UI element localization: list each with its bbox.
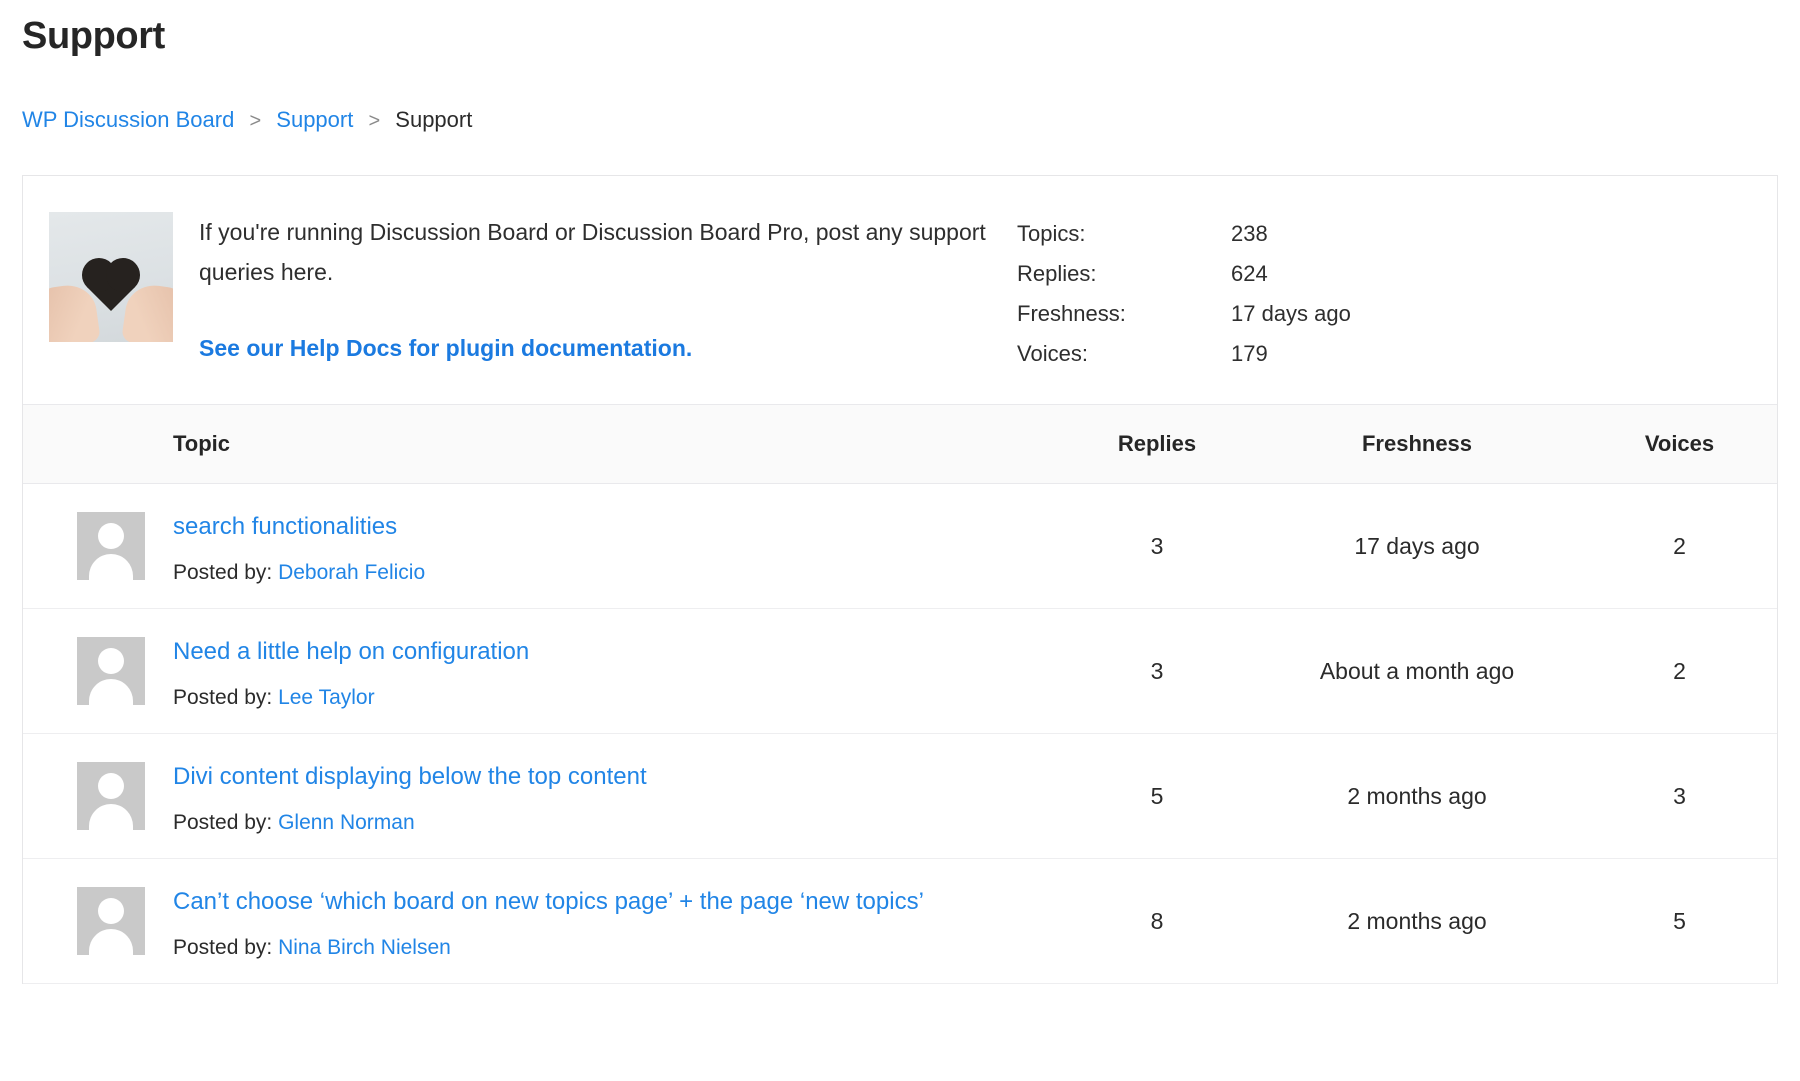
avatar-body-shape	[89, 679, 133, 705]
column-header-freshness[interactable]: Freshness	[1252, 405, 1582, 484]
stat-value-replies: 624	[1231, 254, 1417, 294]
table-row[interactable]: Divi content displaying below the top co…	[23, 734, 1777, 859]
forum-description-block: If you're running Discussion Board or Di…	[199, 208, 999, 364]
row-voices-count: 5	[1582, 859, 1777, 984]
column-header-voices[interactable]: Voices	[1582, 405, 1777, 484]
posted-by-label: Posted by:	[173, 811, 272, 834]
topic-table: Topic Replies Freshness Voices searc	[23, 404, 1777, 984]
page-title: Support	[22, 0, 1778, 60]
forum-stats-list: Topics: 238 Replies: 624 Freshness: 17 d…	[1017, 208, 1417, 374]
avatar-body-shape	[89, 804, 133, 830]
forum-header: If you're running Discussion Board or Di…	[23, 176, 1777, 404]
posted-by-label: Posted by:	[173, 686, 272, 709]
breadcrumb: WP Discussion Board > Support > Support	[22, 106, 1778, 135]
breadcrumb-item-current: Support	[395, 107, 472, 132]
row-avatar-cell	[23, 609, 173, 734]
posted-by: Posted by: Nina Birch Nielsen	[173, 935, 1032, 961]
posted-by-label: Posted by:	[173, 561, 272, 584]
row-voices-count: 2	[1582, 484, 1777, 609]
stat-value-voices: 179	[1231, 334, 1417, 374]
posted-by: Posted by: Glenn Norman	[173, 810, 1032, 836]
avatar	[77, 637, 145, 705]
avatar	[77, 762, 145, 830]
topic-title-link[interactable]: search functionalities	[173, 506, 1032, 547]
forum-card: If you're running Discussion Board or Di…	[22, 175, 1778, 984]
avatar	[77, 512, 145, 580]
posted-by: Posted by: Lee Taylor	[173, 685, 1032, 711]
avatar-body-shape	[89, 929, 133, 955]
breadcrumb-item-support[interactable]: Support	[276, 107, 353, 132]
posted-by: Posted by: Deborah Felicio	[173, 560, 1032, 586]
row-voices-count: 3	[1582, 734, 1777, 859]
avatar-head-shape	[98, 773, 124, 799]
help-docs-link[interactable]: See our Help Docs for plugin documentati…	[199, 332, 692, 364]
stat-row-replies: Replies: 624	[1017, 254, 1417, 294]
stat-label-freshness: Freshness:	[1017, 294, 1231, 334]
avatar-head-shape	[98, 523, 124, 549]
avatar	[77, 887, 145, 955]
row-replies-count: 5	[1062, 734, 1252, 859]
topic-title-link[interactable]: Can’t choose ‘which board on new topics …	[173, 881, 1032, 922]
row-topic-cell: search functionalities Posted by: Debora…	[173, 484, 1062, 609]
topic-author-link[interactable]: Lee Taylor	[278, 686, 375, 709]
topic-title-link[interactable]: Need a little help on configuration	[173, 631, 1032, 672]
topic-author-link[interactable]: Glenn Norman	[278, 811, 415, 834]
row-freshness-value: About a month ago	[1252, 609, 1582, 734]
topic-author-link[interactable]: Deborah Felicio	[278, 561, 425, 584]
row-avatar-cell	[23, 484, 173, 609]
row-replies-count: 3	[1062, 609, 1252, 734]
stat-label-topics: Topics:	[1017, 214, 1231, 254]
breadcrumb-item-wp-discussion-board[interactable]: WP Discussion Board	[22, 107, 234, 132]
stat-label-replies: Replies:	[1017, 254, 1231, 294]
column-header-topic[interactable]: Topic	[23, 405, 1062, 484]
topic-table-header-row: Topic Replies Freshness Voices	[23, 405, 1777, 484]
row-replies-count: 8	[1062, 859, 1252, 984]
forum-thumbnail-image	[49, 212, 173, 342]
row-freshness-value: 17 days ago	[1252, 484, 1582, 609]
avatar-body-shape	[89, 554, 133, 580]
stat-row-voices: Voices: 179	[1017, 334, 1417, 374]
row-freshness-value: 2 months ago	[1252, 734, 1582, 859]
stat-value-topics: 238	[1231, 214, 1417, 254]
topic-author-link[interactable]: Nina Birch Nielsen	[278, 936, 451, 959]
column-header-replies[interactable]: Replies	[1062, 405, 1252, 484]
stat-row-topics: Topics: 238	[1017, 214, 1417, 254]
support-page: Support WP Discussion Board > Support > …	[0, 0, 1800, 1081]
topic-table-header: Topic Replies Freshness Voices	[23, 405, 1777, 484]
row-replies-count: 3	[1062, 484, 1252, 609]
posted-by-label: Posted by:	[173, 936, 272, 959]
breadcrumb-separator: >	[359, 110, 389, 132]
stat-row-freshness: Freshness: 17 days ago	[1017, 294, 1417, 334]
row-voices-count: 2	[1582, 609, 1777, 734]
topic-table-body: search functionalities Posted by: Debora…	[23, 484, 1777, 984]
table-row[interactable]: Can’t choose ‘which board on new topics …	[23, 859, 1777, 984]
stat-label-voices: Voices:	[1017, 334, 1231, 374]
row-avatar-cell	[23, 859, 173, 984]
forum-description-text: If you're running Discussion Board or Di…	[199, 212, 999, 292]
stat-value-freshness: 17 days ago	[1231, 294, 1417, 334]
topic-title-link[interactable]: Divi content displaying below the top co…	[173, 756, 1032, 797]
row-freshness-value: 2 months ago	[1252, 859, 1582, 984]
breadcrumb-separator: >	[240, 110, 270, 132]
avatar-head-shape	[98, 648, 124, 674]
table-row[interactable]: Need a little help on configuration Post…	[23, 609, 1777, 734]
row-topic-cell: Divi content displaying below the top co…	[173, 734, 1062, 859]
row-avatar-cell	[23, 734, 173, 859]
avatar-head-shape	[98, 898, 124, 924]
table-row[interactable]: search functionalities Posted by: Debora…	[23, 484, 1777, 609]
row-topic-cell: Need a little help on configuration Post…	[173, 609, 1062, 734]
row-topic-cell: Can’t choose ‘which board on new topics …	[173, 859, 1062, 984]
